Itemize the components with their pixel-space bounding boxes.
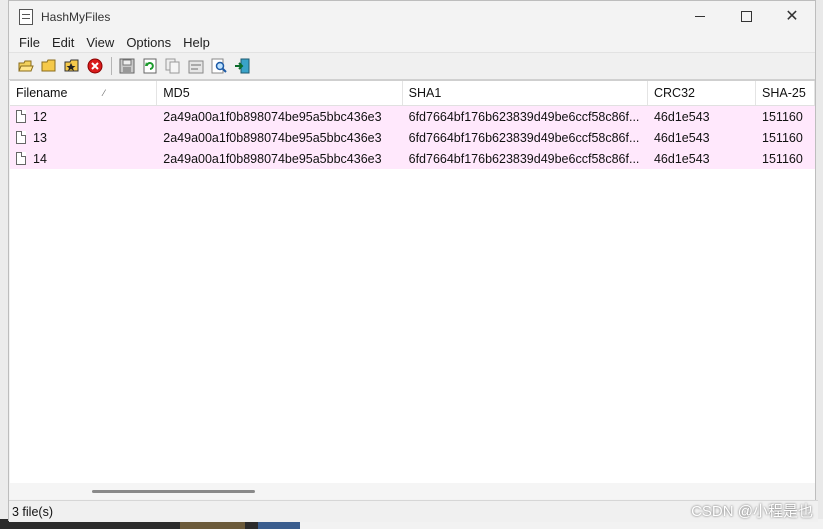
menu-bar: File Edit View Options Help <box>9 32 815 53</box>
menu-file[interactable]: File <box>13 35 46 50</box>
close-button[interactable]: ✕ <box>769 1 815 32</box>
open-folder-icon <box>41 59 56 72</box>
md5-cell: 2a49a00a1f0b898074be95a5bbc436e3 <box>163 130 382 145</box>
exit-button[interactable] <box>233 57 251 75</box>
column-header-sha256[interactable]: SHA-25 <box>756 81 815 105</box>
filename-cell: 13 <box>10 127 157 148</box>
menu-edit[interactable]: Edit <box>46 35 80 50</box>
hashmyfiles-window: HashMyFiles ✕ File Edit View Options Hel… <box>8 0 818 522</box>
open-folder-button[interactable] <box>40 57 58 75</box>
horizontal-scrollbar[interactable] <box>10 483 815 499</box>
exit-icon <box>235 58 250 74</box>
minimize-button[interactable] <box>677 1 723 32</box>
add-file-button[interactable] <box>63 57 81 75</box>
toolbar <box>9 53 815 80</box>
sha256-cell: 151160 <box>762 151 803 166</box>
copy-icon <box>165 58 180 74</box>
file-icon <box>16 131 26 144</box>
table-row[interactable]: 14 2a49a00a1f0b898074be95a5bbc436e3 6fd7… <box>10 148 815 169</box>
refresh-icon <box>143 58 157 74</box>
filename-cell: 14 <box>10 148 157 169</box>
crc32-cell: 46d1e543 <box>653 130 710 145</box>
crc32-cell: 46d1e543 <box>653 151 710 166</box>
add-file-icon <box>64 59 79 72</box>
app-icon <box>19 8 33 25</box>
sha1-cell: 6fd7664bf176b623839d49be6ccf58c86f... <box>408 109 640 124</box>
copy-button[interactable] <box>164 57 182 75</box>
maximize-button[interactable] <box>723 1 769 32</box>
watermark: CSDN @小程是也 <box>691 503 813 520</box>
md5-cell: 2a49a00a1f0b898074be95a5bbc436e3 <box>163 151 382 166</box>
sha256-cell: 151160 <box>762 130 803 145</box>
refresh-button[interactable] <box>141 57 159 75</box>
minimize-icon <box>695 16 705 17</box>
list-header: Filename ⁄ MD5 SHA1 CRC32 SHA-25 <box>10 81 815 106</box>
sha1-cell: 6fd7664bf176b623839d49be6ccf58c86f... <box>408 151 640 166</box>
save-icon <box>119 58 135 74</box>
column-header-filename[interactable]: Filename ⁄ <box>10 81 158 105</box>
md5-cell: 2a49a00a1f0b898074be95a5bbc436e3 <box>163 109 382 124</box>
delete-icon <box>87 58 103 74</box>
open-files-button[interactable] <box>17 57 35 75</box>
desktop-background-left <box>0 0 8 529</box>
title-bar[interactable]: HashMyFiles ✕ <box>9 1 815 32</box>
open-files-icon <box>18 60 34 72</box>
file-icon <box>16 152 26 165</box>
save-button[interactable] <box>118 57 136 75</box>
menu-options[interactable]: Options <box>120 35 177 50</box>
filename-cell: 12 <box>10 106 157 127</box>
menu-view[interactable]: View <box>80 35 120 50</box>
file-hash-list[interactable]: Filename ⁄ MD5 SHA1 CRC32 SHA-25 12 2a49… <box>10 80 815 484</box>
find-button[interactable] <box>210 57 228 75</box>
file-icon <box>16 110 26 123</box>
window-title: HashMyFiles <box>41 9 111 24</box>
column-header-sha1[interactable]: SHA1 <box>403 81 648 105</box>
status-file-count: 3 file(s) <box>12 504 53 519</box>
column-header-crc32[interactable]: CRC32 <box>648 81 757 105</box>
properties-icon <box>188 60 204 74</box>
menu-help[interactable]: Help <box>177 35 216 50</box>
maximize-icon <box>740 11 752 22</box>
close-icon: ✕ <box>785 7 799 25</box>
table-row[interactable]: 13 2a49a00a1f0b898074be95a5bbc436e3 6fd7… <box>10 127 815 148</box>
delete-button[interactable] <box>86 57 104 75</box>
sort-ascending-icon: ⁄ <box>103 88 105 98</box>
properties-button[interactable] <box>187 57 205 75</box>
scrollbar-thumb[interactable] <box>92 490 255 493</box>
column-header-md5[interactable]: MD5 <box>157 81 403 105</box>
sha256-cell: 151160 <box>762 109 803 124</box>
sha1-cell: 6fd7664bf176b623839d49be6ccf58c86f... <box>408 130 640 145</box>
table-row[interactable]: 12 2a49a00a1f0b898074be95a5bbc436e3 6fd7… <box>10 106 815 127</box>
crc32-cell: 46d1e543 <box>653 109 710 124</box>
toolbar-separator <box>111 57 112 75</box>
find-icon <box>211 58 227 74</box>
